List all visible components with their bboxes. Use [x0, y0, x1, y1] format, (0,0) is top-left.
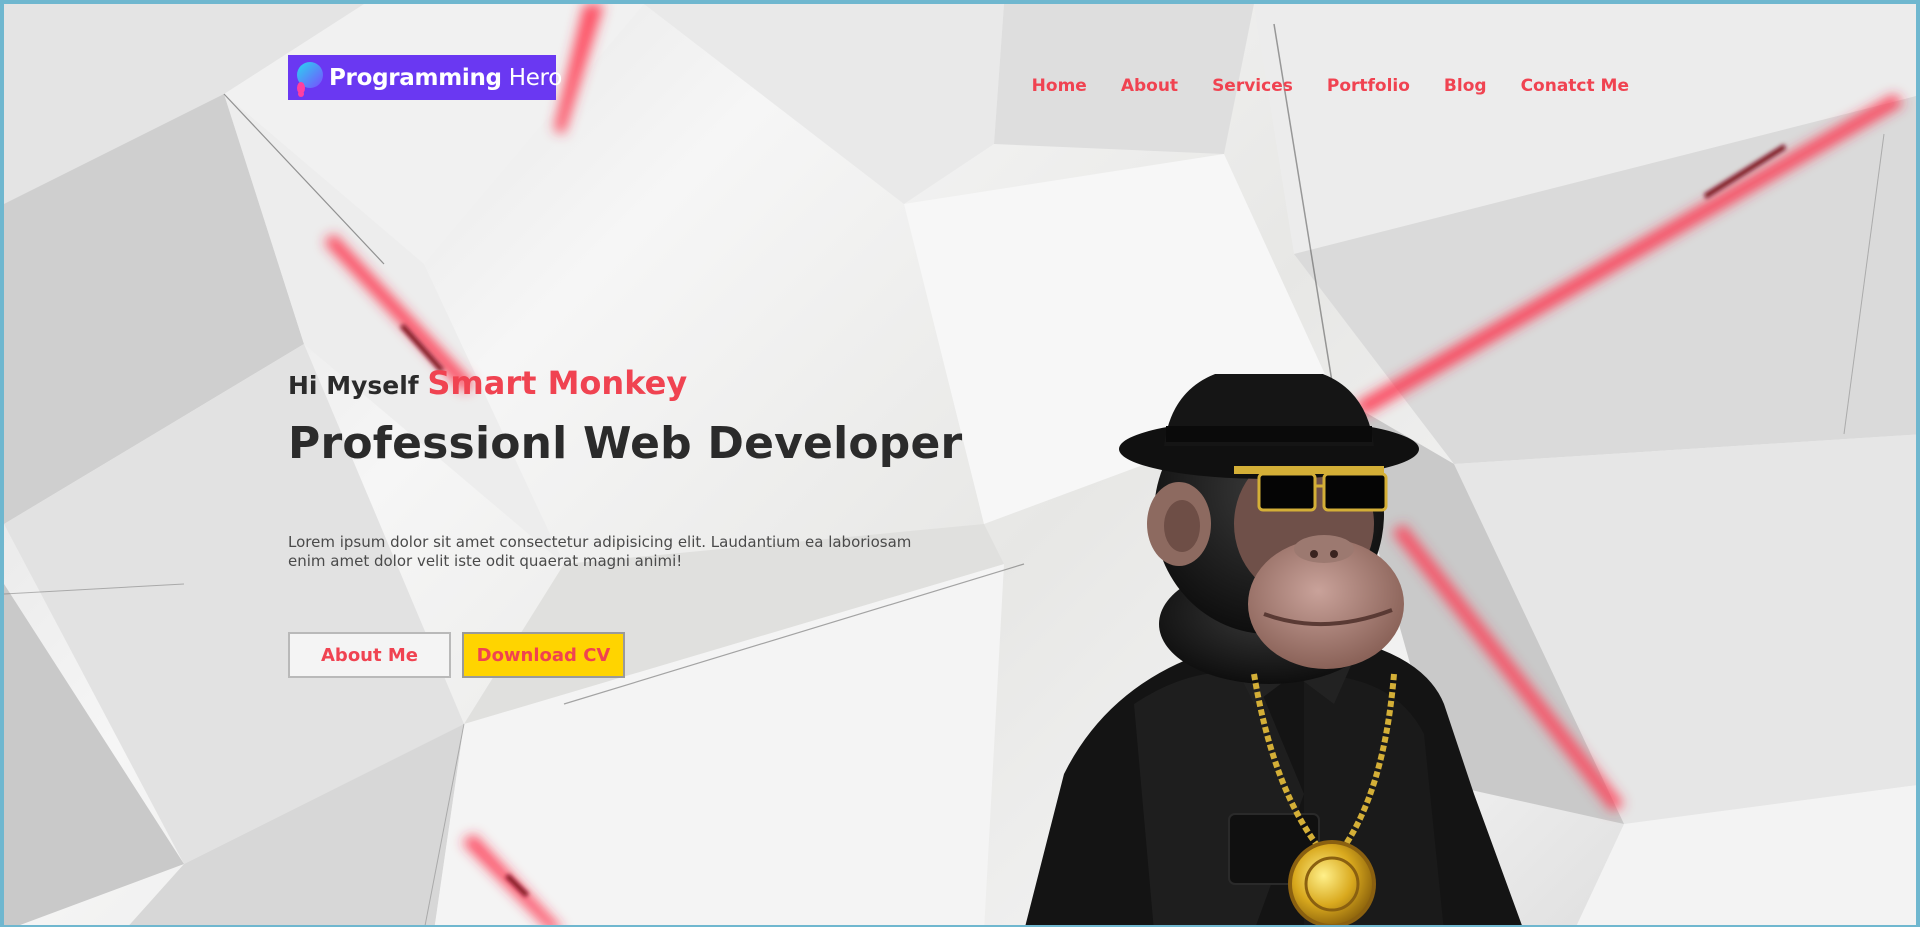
rocket-logo-icon [297, 61, 323, 97]
site-logo[interactable]: Programming Hero [288, 55, 562, 100]
hero-section: Hi Myself Smart Monkey Professionl Web D… [288, 364, 988, 571]
greeting-name: Smart Monkey [427, 364, 688, 402]
nav-link-home[interactable]: Home [1032, 76, 1087, 96]
logo-text: Programming Hero [329, 65, 562, 91]
nav-link-about[interactable]: About [1121, 76, 1178, 96]
hero-greeting: Hi Myself Smart Monkey [288, 364, 988, 402]
nav-link-portfolio[interactable]: Portfolio [1327, 76, 1410, 96]
download-cv-button[interactable]: Download CV [462, 632, 625, 678]
page-viewport: Programming Hero Home About Services Por… [0, 0, 1920, 927]
greeting-prefix: Hi Myself [288, 371, 419, 400]
hero-description: Lorem ipsum dolor sit amet consectetur a… [288, 533, 912, 570]
about-me-button[interactable]: About Me [288, 632, 451, 678]
nav-link-blog[interactable]: Blog [1444, 76, 1487, 96]
hero-buttons: About Me Download CV [288, 632, 625, 678]
nav-link-services[interactable]: Services [1212, 76, 1293, 96]
monkey-portrait-image [1025, 374, 1522, 925]
logo-text-thin: Hero [501, 64, 563, 91]
logo-text-bold: Programming [329, 64, 502, 91]
main-nav: Home About Services Portfolio Blog Conat… [1032, 76, 1629, 96]
nav-link-contact[interactable]: Conatct Me [1521, 76, 1629, 96]
hero-title: Professionl Web Developer [288, 418, 963, 469]
